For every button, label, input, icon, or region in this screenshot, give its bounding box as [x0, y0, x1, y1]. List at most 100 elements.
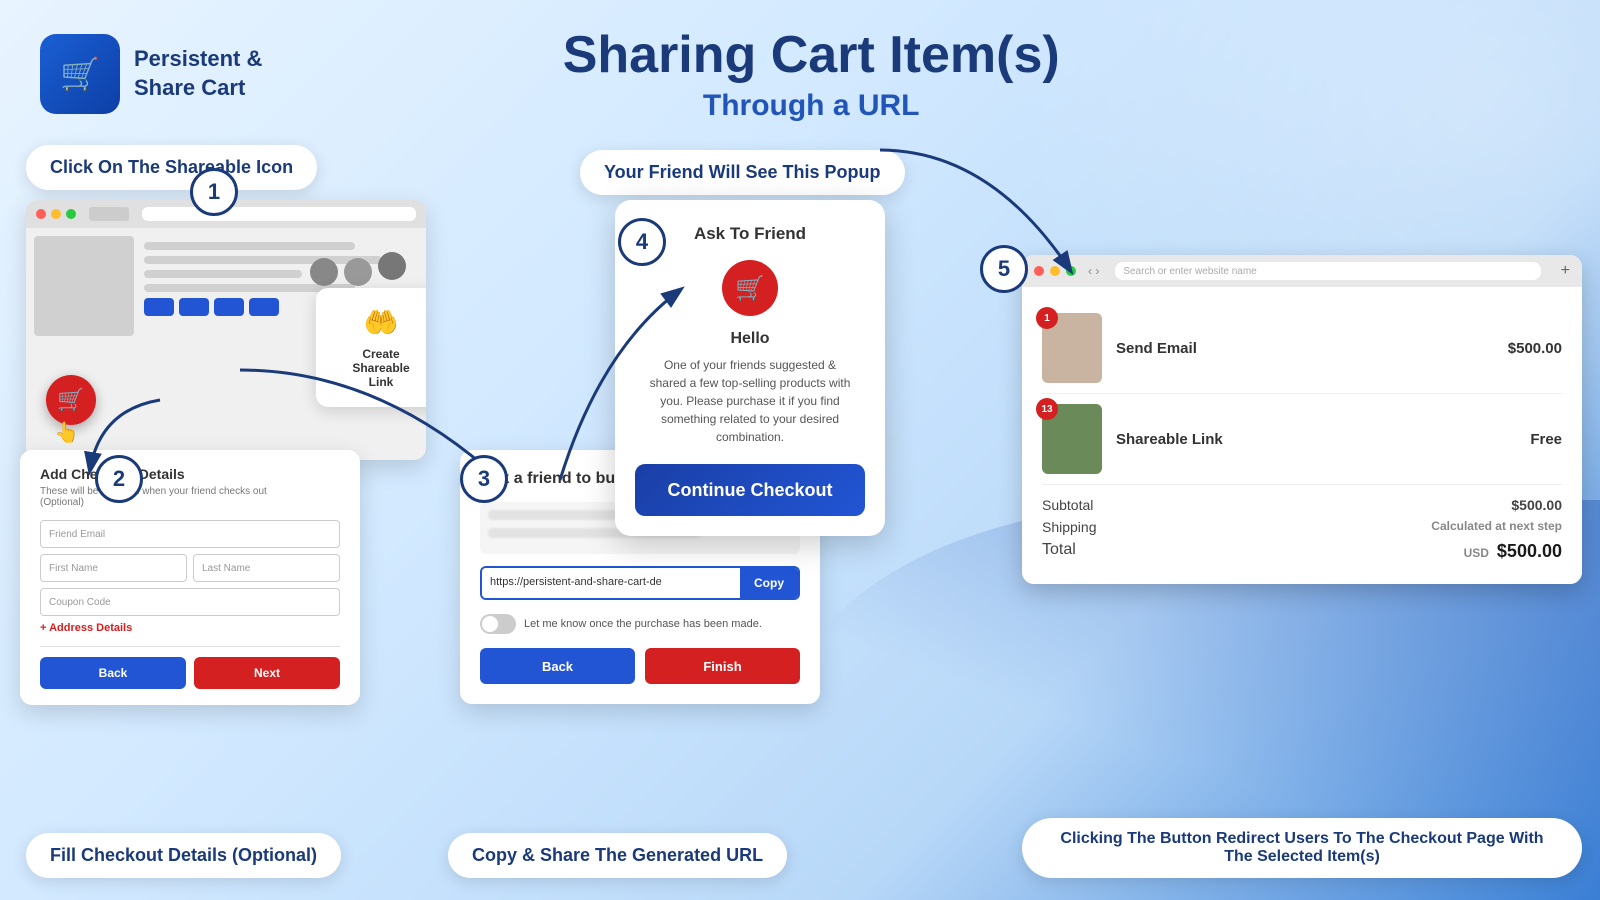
step1-browser: 🛒 👆 🤲 Create ShareableLink	[26, 200, 426, 460]
toggle-row: Let me know once the purchase has been m…	[480, 614, 800, 634]
step5-area: ‹ › Search or enter website name + 1 Sen…	[1022, 255, 1582, 584]
subtotal-value: $500.00	[1511, 497, 1562, 513]
checkout-title: Add Checkout Details	[40, 466, 340, 482]
step1-card-icon: 🤲	[336, 306, 426, 339]
popup-body: One of your friends suggested &shared a …	[635, 356, 865, 446]
person1	[310, 258, 338, 286]
first-name-field[interactable]: First Name	[40, 554, 187, 582]
step5-url-bar[interactable]: Search or enter website name	[1115, 262, 1540, 280]
back-button[interactable]: Back	[40, 657, 186, 689]
toggle-label: Let me know once the purchase has been m…	[524, 618, 762, 630]
step3-number: 3	[478, 466, 490, 492]
cart-item-2: 13 Shareable Link Free	[1042, 394, 1562, 485]
step5-browser: ‹ › Search or enter website name + 1 Sen…	[1022, 255, 1582, 584]
shipping-label: Shipping	[1042, 519, 1097, 535]
popup-hello: Hello	[635, 330, 865, 348]
item1-image: 1	[1042, 313, 1102, 383]
coupon-placeholder: Coupon Code	[49, 597, 111, 608]
item1-name: Send Email	[1102, 340, 1508, 357]
copy-button[interactable]: Copy	[740, 568, 798, 598]
checkout-form: Add Checkout Details These will be pre-f…	[20, 450, 360, 705]
step1-browser-area: 🛒 👆 🤲 Create ShareableLink	[26, 200, 426, 460]
mock-people	[310, 258, 406, 286]
shipping-value: Calculated at next step	[1431, 519, 1562, 535]
continue-checkout-button[interactable]: Continue Checkout	[635, 464, 865, 516]
url-input[interactable]: https://persistent-and-share-cart-de	[482, 568, 740, 598]
person3	[378, 252, 406, 280]
friend-email-field[interactable]: Friend Email	[40, 520, 340, 548]
step1-circle: 1	[190, 168, 238, 216]
dot-yellow	[51, 209, 61, 219]
subtotal-row: Subtotal $500.00	[1042, 497, 1562, 513]
person2	[344, 258, 372, 286]
item2-badge: 13	[1036, 398, 1058, 420]
browser-content1: 🛒 👆 🤲 Create ShareableLink	[26, 228, 426, 460]
nav-arrows: ‹ ›	[1088, 264, 1099, 278]
step5-circle: 5	[980, 245, 1028, 293]
total-currency: USD	[1464, 546, 1489, 560]
mock-product-img	[34, 236, 134, 336]
page-subtitle: Through a URL	[62, 89, 1560, 123]
mock-btn1	[144, 298, 174, 316]
url-row: https://persistent-and-share-cart-de Cop…	[480, 566, 800, 600]
step5-callout-text: Clicking The Button Redirect Users To Th…	[1022, 818, 1582, 878]
item1-badge: 1	[1036, 307, 1058, 329]
dot-red	[36, 209, 46, 219]
mock-btn3	[214, 298, 244, 316]
cursor-hand: 👆	[54, 420, 79, 445]
step5-dot-red	[1034, 266, 1044, 276]
step1-callout: Click On The Shareable Icon	[26, 145, 317, 190]
cart-totals: Subtotal $500.00 Shipping Calculated at …	[1042, 485, 1562, 562]
popup-title: Ask To Friend	[635, 224, 865, 244]
cart-item-1: 1 Send Email $500.00	[1042, 303, 1562, 394]
step3-back-button[interactable]: Back	[480, 648, 635, 684]
step1-callout-text: Click On The Shareable Icon	[26, 145, 317, 190]
step4-callout-text: Your Friend Will See This Popup	[580, 150, 905, 195]
last-name-field[interactable]: Last Name	[193, 554, 340, 582]
page-title: Sharing Cart Item(s)	[62, 25, 1560, 85]
step1-shareable-card: 🤲 Create ShareableLink	[316, 288, 426, 407]
step3-callout: Copy & Share The Generated URL	[448, 833, 787, 878]
step2-circle: 2	[95, 455, 143, 503]
item2-price: Free	[1530, 431, 1562, 448]
step5-callout: Clicking The Button Redirect Users To Th…	[1022, 818, 1582, 878]
address-link[interactable]: + Address Details	[40, 622, 340, 634]
next-button[interactable]: Next	[194, 657, 340, 689]
item2-name: Shareable Link	[1102, 431, 1530, 448]
step4-circle: 4	[618, 218, 666, 266]
shipping-row: Shipping Calculated at next step	[1042, 519, 1562, 535]
step2-number: 2	[113, 466, 125, 492]
name-row: First Name Last Name	[40, 554, 340, 582]
step1-card-text: Create ShareableLink	[336, 347, 426, 389]
notification-toggle[interactable]	[480, 614, 516, 634]
mock-line1	[144, 242, 355, 250]
step3-callout-text: Copy & Share The Generated URL	[448, 833, 787, 878]
mock-btn4	[249, 298, 279, 316]
form-buttons: Back Next	[40, 657, 340, 689]
checkout-subtitle: These will be pre-filled when your frien…	[40, 486, 340, 508]
finish-button[interactable]: Finish	[645, 648, 800, 684]
step2-callout: Fill Checkout Details (Optional)	[26, 833, 341, 878]
step5-url-text: Search or enter website name	[1123, 266, 1256, 277]
step4-number: 4	[636, 229, 648, 255]
step5-number: 5	[998, 256, 1010, 282]
friend-email-placeholder: Friend Email	[49, 529, 105, 540]
step3-circle: 3	[460, 455, 508, 503]
cart-content: 1 Send Email $500.00 13 Shareable Link F…	[1022, 287, 1582, 584]
cart-icon-red[interactable]: 🛒	[46, 375, 96, 425]
url-value: https://persistent-and-share-cart-de	[490, 576, 662, 588]
mock-btn2	[179, 298, 209, 316]
step5-dot-green	[1066, 266, 1076, 276]
subtotal-label: Subtotal	[1042, 497, 1093, 513]
first-name-placeholder: First Name	[49, 563, 98, 574]
browser-url1	[142, 207, 416, 221]
step3-buttons: Back Finish	[480, 648, 800, 684]
total-label: Total	[1042, 541, 1076, 562]
mock-line3	[144, 270, 302, 278]
title-area: Sharing Cart Item(s) Through a URL	[62, 25, 1560, 123]
coupon-field[interactable]: Coupon Code	[40, 588, 340, 616]
item2-image: 13	[1042, 404, 1102, 474]
step2-callout-text: Fill Checkout Details (Optional)	[26, 833, 341, 878]
step5-dot-yellow	[1050, 266, 1060, 276]
step4-callout-area: Your Friend Will See This Popup	[580, 150, 905, 195]
